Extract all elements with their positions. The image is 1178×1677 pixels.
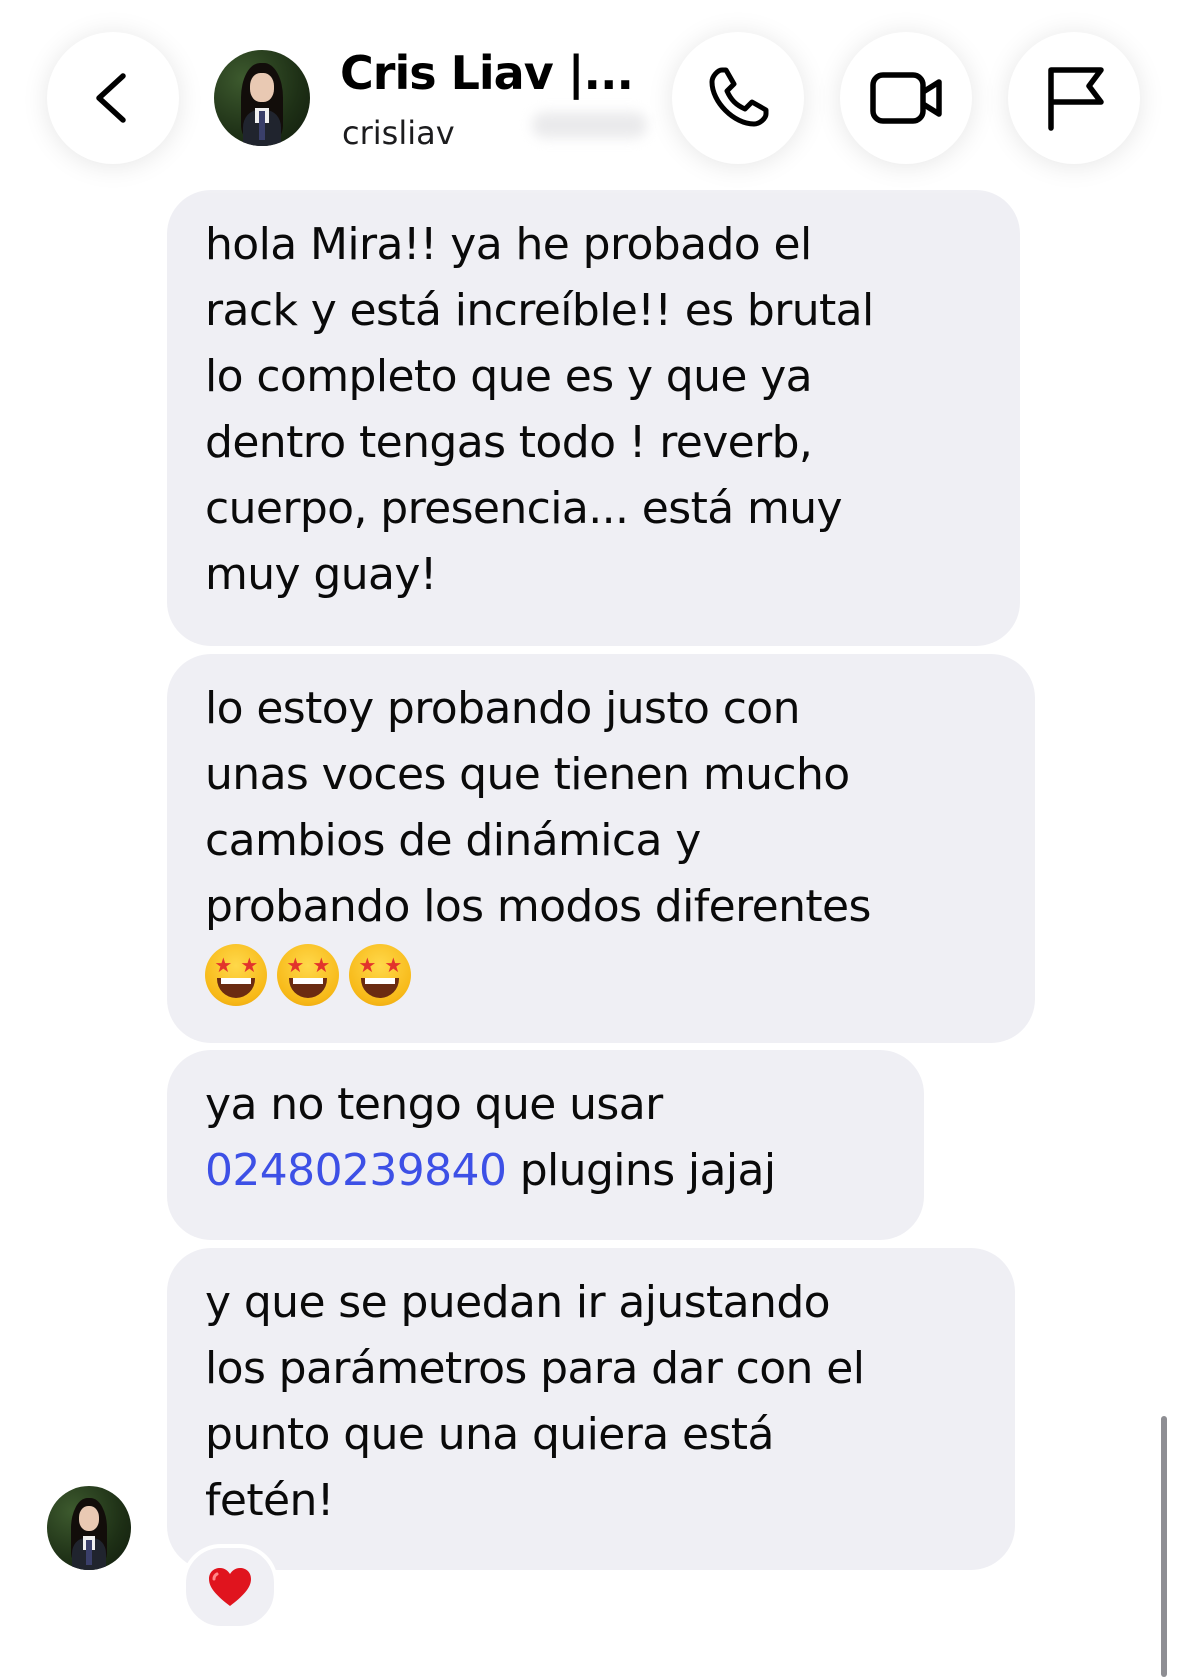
- chat-header: Cris Liav |... crisliav: [0, 0, 1178, 195]
- message-text-line: lo completo que es y que ya: [205, 351, 813, 402]
- star-struck-emoji: ★ ★: [205, 944, 267, 1006]
- message-text-line: punto que una quiera está: [205, 1409, 774, 1460]
- report-button[interactable]: [1008, 32, 1140, 164]
- message-bubble[interactable]: ya no tengo que usar 02480239840 plugins…: [167, 1050, 924, 1240]
- message-bubble[interactable]: y que se puedan ir ajustando los parámet…: [167, 1248, 1015, 1570]
- message-text-line: cambios de dinámica y: [205, 815, 701, 866]
- back-button[interactable]: [47, 32, 179, 164]
- redacted-status: [532, 112, 647, 138]
- message-text-line: fetén!: [205, 1475, 334, 1526]
- phone-icon: [709, 67, 769, 127]
- reaction-badge[interactable]: [182, 1544, 278, 1630]
- video-call-button[interactable]: [840, 32, 972, 164]
- message-text-line: ya no tengo que usar: [205, 1079, 663, 1130]
- message-text-line: unas voces que tienen mucho: [205, 749, 850, 800]
- video-camera-icon: [870, 72, 942, 124]
- message-text-line: y que se puedan ir ajustando: [205, 1277, 831, 1328]
- scrollbar[interactable]: [1161, 1416, 1167, 1677]
- contact-username[interactable]: crisliav: [342, 113, 455, 153]
- dm-conversation-screen: Cris Liav |... crisliav hola Mira!! ya h…: [0, 0, 1178, 1677]
- phone-number-link[interactable]: 02480239840: [205, 1145, 507, 1196]
- message-text-line: rack y está increíble!! es brutal: [205, 285, 874, 336]
- message-text-line: 02480239840 plugins jajaj: [205, 1138, 886, 1204]
- star-struck-emoji: ★ ★: [277, 944, 339, 1006]
- message-text-line: lo estoy probando justo con: [205, 683, 801, 734]
- message-text-line: dentro tengas todo ! reverb,: [205, 417, 813, 468]
- message-text-line: hola Mira!! ya he probado el: [205, 219, 812, 270]
- message-text-line: cuerpo, presencia... está muy: [205, 483, 843, 534]
- star-struck-emoji: ★ ★: [349, 944, 411, 1006]
- sender-avatar[interactable]: [47, 1486, 131, 1570]
- heart-icon: [209, 1568, 251, 1606]
- message-text-line: probando los modos diferentes: [205, 881, 871, 932]
- contact-avatar[interactable]: [214, 50, 310, 146]
- flag-icon: [1048, 67, 1104, 131]
- message-text-line: muy guay!: [205, 549, 437, 600]
- chevron-left-icon: [96, 73, 126, 123]
- emoji-row: ★ ★ ★ ★ ★ ★: [205, 942, 997, 1008]
- message-bubble[interactable]: lo estoy probando justo con unas voces q…: [167, 654, 1035, 1043]
- contact-name[interactable]: Cris Liav |...: [340, 44, 675, 102]
- message-text-fragment: plugins jajaj: [506, 1145, 776, 1196]
- message-bubble[interactable]: hola Mira!! ya he probado el rack y está…: [167, 190, 1020, 646]
- message-text-line: los parámetros para dar con el: [205, 1343, 865, 1394]
- voice-call-button[interactable]: [672, 32, 804, 164]
